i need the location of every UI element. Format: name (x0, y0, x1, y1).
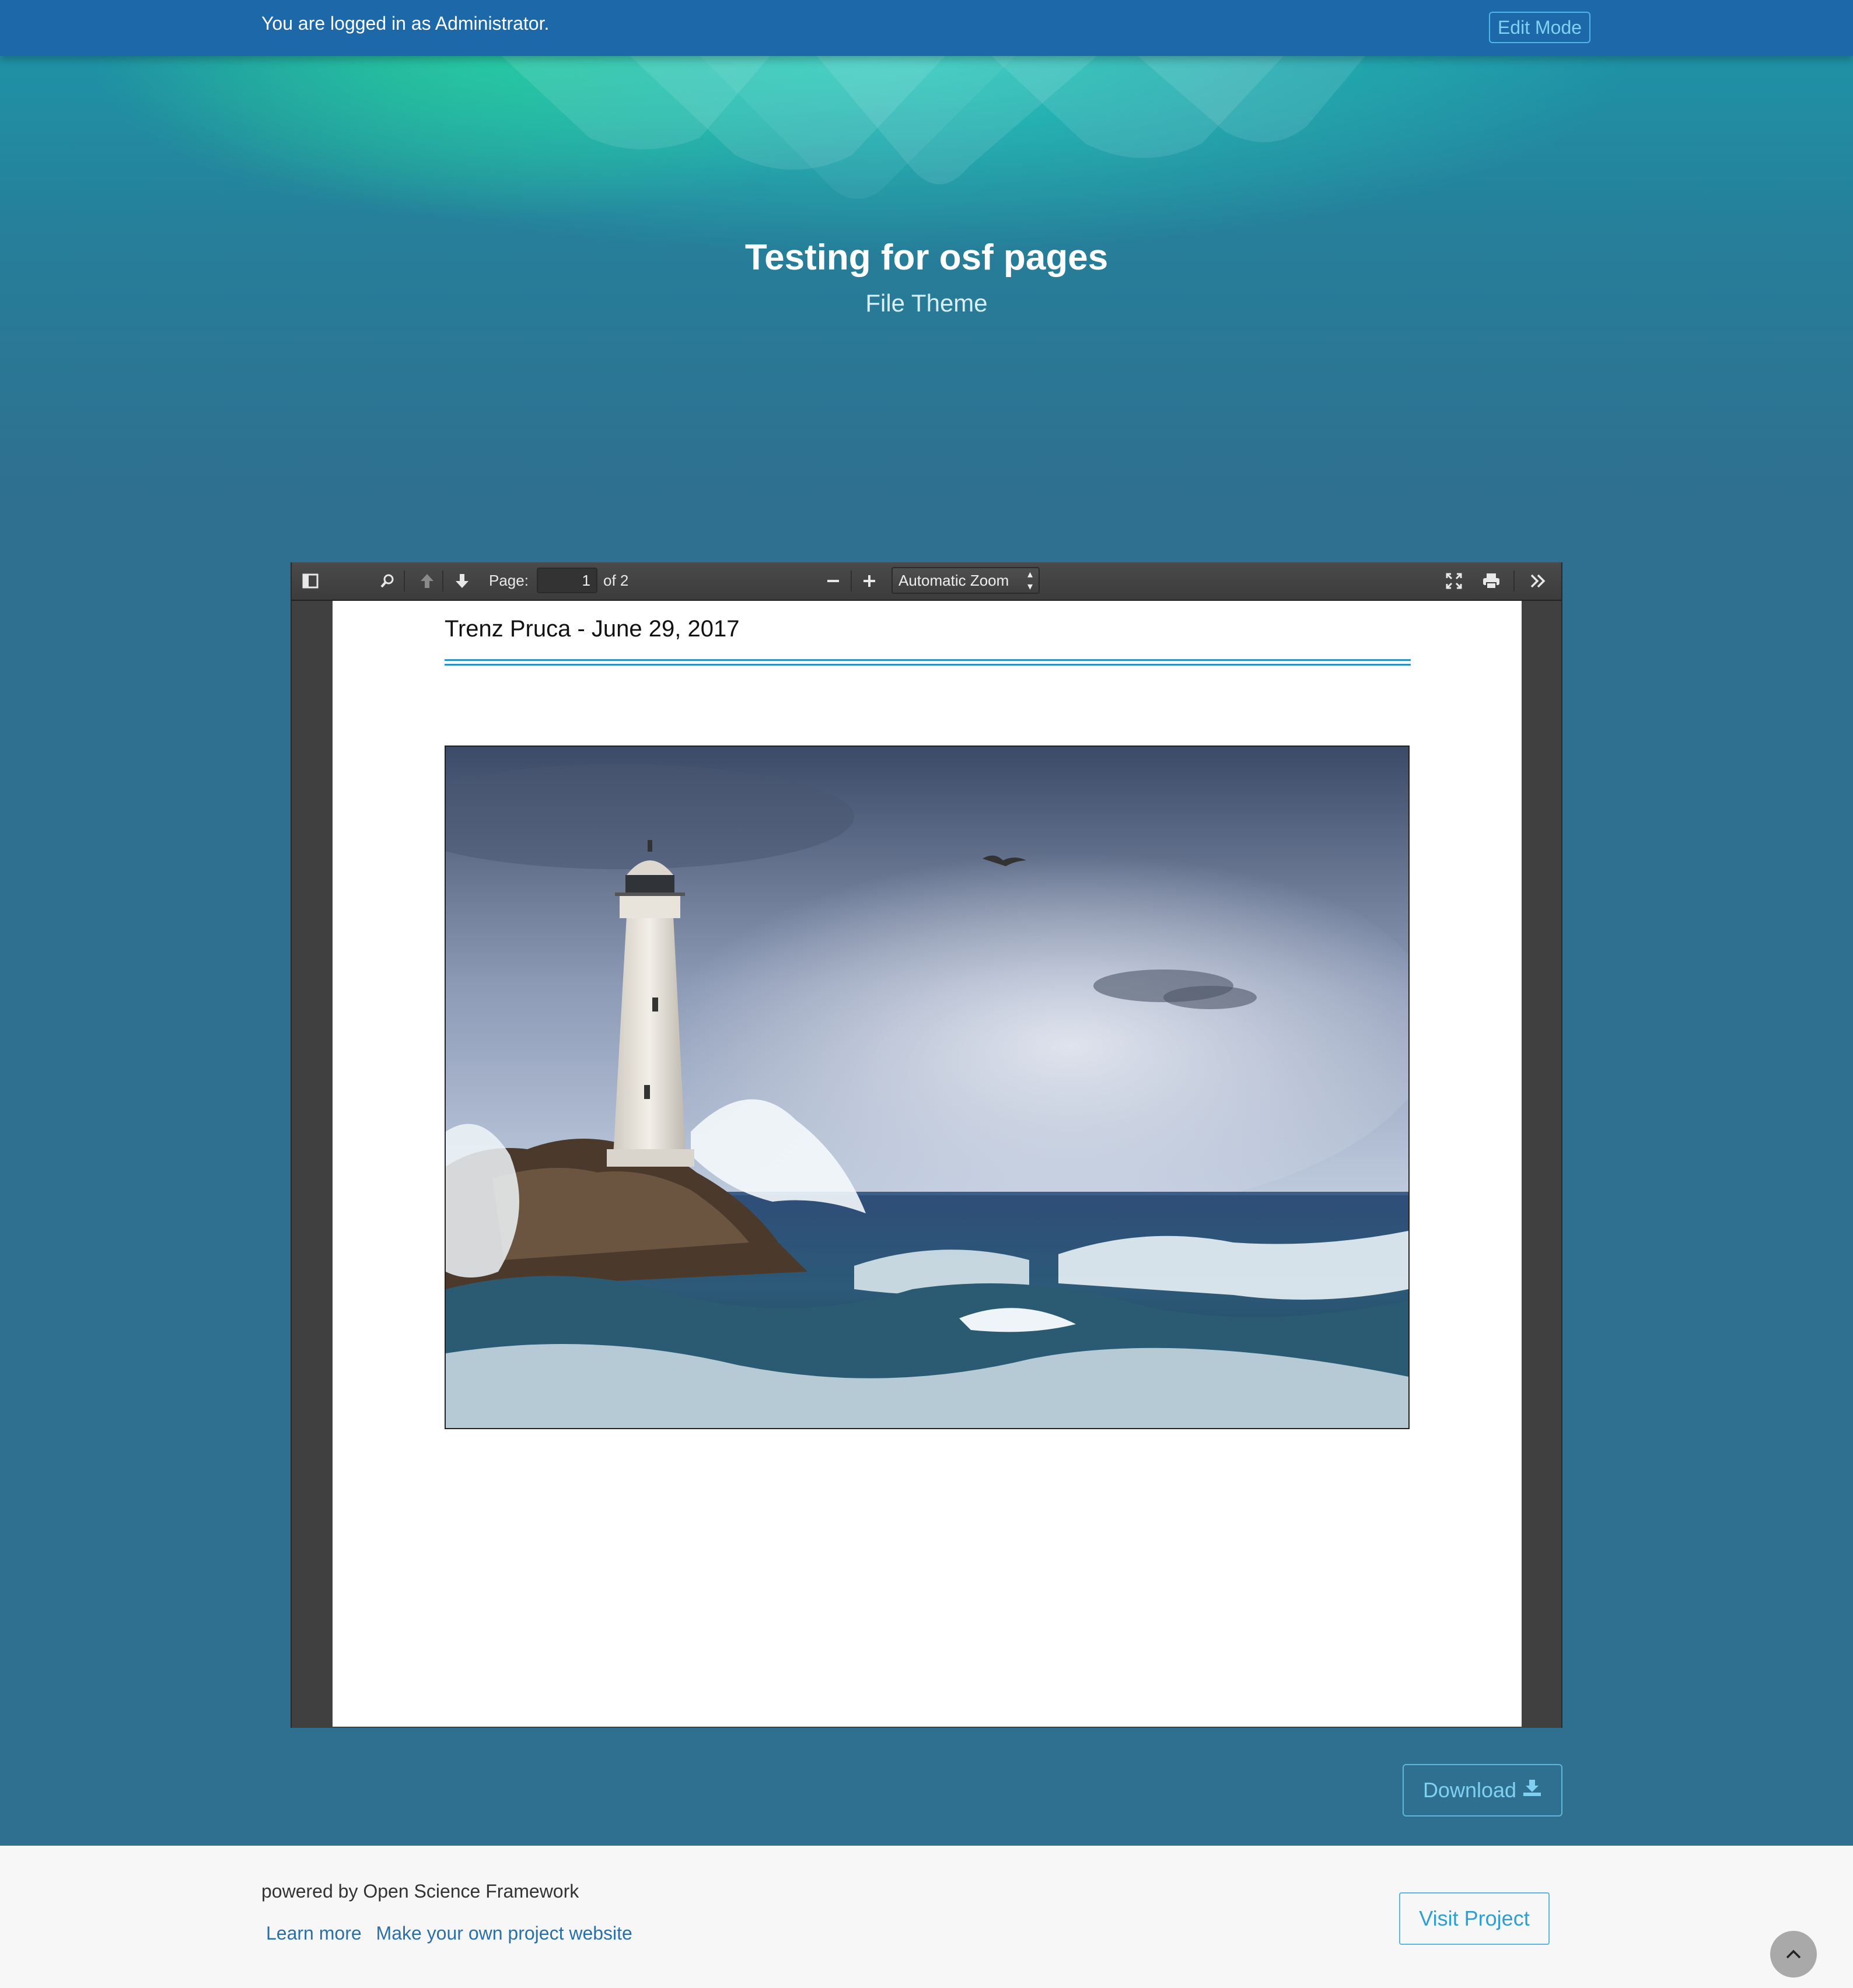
pdf-page: Trenz Pruca - June 29, 2017 (333, 601, 1522, 1727)
search-icon[interactable] (377, 570, 398, 592)
zoom-out-icon[interactable] (823, 570, 844, 592)
heading-rule (445, 664, 1411, 666)
print-icon[interactable] (1481, 570, 1502, 592)
admin-bar: You are logged in as Administrator. Edit… (0, 0, 1853, 56)
sidebar-toggle-icon[interactable] (300, 570, 321, 592)
page-title: Testing for osf pages (744, 237, 1109, 278)
back-to-top-button[interactable] (1770, 1931, 1817, 1978)
heading-rule (445, 659, 1411, 661)
previous-page-icon[interactable] (417, 570, 438, 592)
zoom-select[interactable]: Automatic Zoom ▴ ▾ (891, 567, 1040, 594)
make-website-link[interactable]: Make your own project website (376, 1923, 632, 1944)
zoom-value: Automatic Zoom (898, 572, 1009, 589)
download-label: Download (1422, 1778, 1517, 1802)
download-button[interactable]: Download (1403, 1764, 1562, 1817)
edit-mode-button[interactable]: Edit Mode (1489, 12, 1590, 43)
zoom-in-icon[interactable] (859, 570, 880, 592)
footer: powered by Open Science Framework Learn … (0, 1846, 1853, 1988)
select-arrows-icon: ▴ ▾ (1027, 568, 1033, 592)
page-number-input[interactable]: 1 (537, 568, 597, 593)
next-page-icon[interactable] (452, 570, 473, 592)
visit-project-button[interactable]: Visit Project (1399, 1892, 1550, 1945)
logged-in-text: You are logged in as Administrator. (261, 13, 550, 34)
hero-banner: Testing for osf pages File Theme (0, 56, 1853, 499)
page-count: of 2 (603, 572, 629, 589)
download-icon (1522, 1778, 1542, 1803)
pdf-toolbar: Page: 1 of 2 Automatic Zoom ▴ ▾ (292, 562, 1561, 601)
page-subtitle: File Theme (865, 289, 988, 317)
lighthouse-photo (445, 746, 1410, 1429)
pdf-viewer: Page: 1 of 2 Automatic Zoom ▴▾ Trenz Pr (291, 562, 1562, 1728)
more-tools-icon[interactable] (1527, 570, 1548, 592)
footer-links: Learn more Make your own project website (266, 1923, 642, 1944)
fullscreen-icon[interactable] (1443, 570, 1464, 592)
document-heading: Trenz Pruca - June 29, 2017 (445, 616, 740, 642)
powered-by-text: powered by Open Science Framework (261, 1881, 579, 1902)
page-label: Page: (489, 572, 529, 589)
chevron-up-icon (1786, 1950, 1801, 1959)
learn-more-link[interactable]: Learn more (266, 1923, 362, 1944)
